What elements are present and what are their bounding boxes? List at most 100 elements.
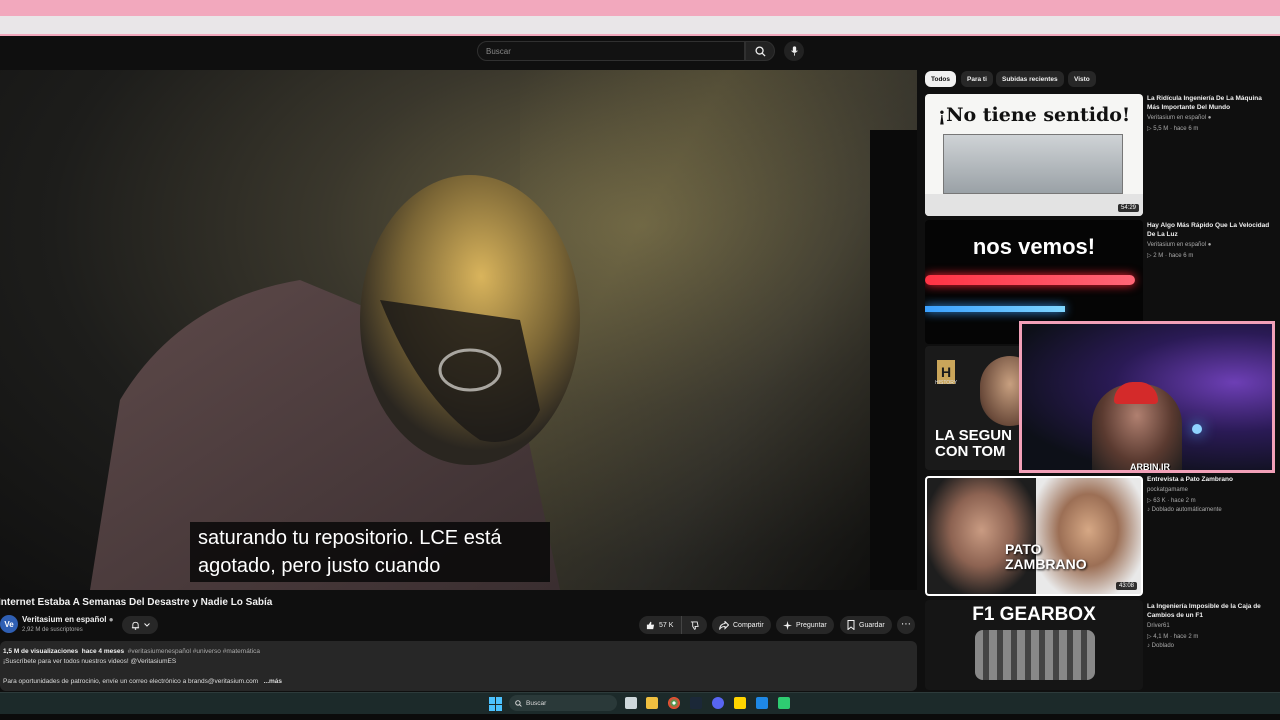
recommendation-stats-text: 63 K · hace 2 m <box>1153 498 1196 504</box>
thumbnail-red-light-streak <box>925 275 1135 285</box>
history-brand-text: HISTORY <box>935 380 958 386</box>
channel-name-text[interactable]: Veritasium en español <box>22 615 106 624</box>
thumbnail-text-line-1: PATO <box>1005 541 1042 557</box>
video-duration: 43:08 <box>1115 582 1137 590</box>
recommendation-title[interactable]: La Ridícula Ingeniería De La Máquina Más… <box>1147 94 1275 112</box>
recommendation-stats: ▷ 4,1 M · hace 2 m <box>1147 633 1198 640</box>
play-icon: ▷ <box>1147 126 1152 132</box>
recommendation-thumbnail[interactable]: F1 GEARBOX <box>925 600 1143 690</box>
channel-name[interactable]: Veritasium en español ● <box>22 615 114 624</box>
video-duration: 54:29 <box>1117 204 1139 212</box>
bookmark-icon <box>847 620 855 630</box>
share-button[interactable]: Compartir <box>712 616 771 634</box>
recommendation-stats-text: 2 M · hace 6 m <box>1153 253 1194 259</box>
recommendation-channel[interactable]: Driver61 <box>1147 623 1170 629</box>
thumbs-down-icon <box>690 620 699 630</box>
verified-icon: ● <box>1207 115 1212 121</box>
recommendation-channel[interactable]: Veritasium en español ● <box>1147 115 1211 121</box>
sparkle-icon <box>783 620 792 630</box>
thumbnail-text-line-2: ZAMBRANO <box>1005 556 1087 572</box>
thumbnail-text-line-2: CON TOM <box>935 443 1006 460</box>
video-subtitle: saturando tu repositorio. LCE está agota… <box>190 522 550 582</box>
search-icon <box>515 699 522 707</box>
chrome-icon[interactable] <box>668 697 680 709</box>
ask-button[interactable]: Preguntar <box>776 616 834 634</box>
search-input[interactable]: Buscar <box>477 41 745 61</box>
bottom-edge <box>0 714 1280 720</box>
description-meta: 1,5 M de visualizaciones hace 4 meses #v… <box>3 647 914 657</box>
browser-top-accent <box>0 0 1280 16</box>
dislike-button[interactable] <box>681 616 707 634</box>
chip-visto[interactable]: Visto <box>1068 71 1096 87</box>
thumbnail-floor <box>925 194 1143 216</box>
windows-start-icon[interactable] <box>489 697 503 711</box>
verified-icon: ● <box>108 615 114 624</box>
save-button[interactable]: Guardar <box>840 616 892 634</box>
recommendation-title[interactable]: Entrevista a Pato Zambrano <box>1147 475 1275 484</box>
task-view-icon[interactable] <box>625 697 637 709</box>
recommendation-stats: ▷ 5,5 M · hace 6 m <box>1147 125 1198 132</box>
video-dark-edge <box>870 130 917 590</box>
chip-para-ti[interactable]: Para ti <box>961 71 993 87</box>
taskbar-search-label: Buscar <box>526 699 547 707</box>
view-count: 1,5 M de visualizaciones <box>3 648 79 655</box>
like-count: 57 K <box>659 621 674 629</box>
webcam-watermark: ARBIN.IR <box>1130 462 1170 472</box>
thumbnail-person-left <box>927 478 1036 594</box>
hashtags[interactable]: #veritasiumenespañol #universo #matemáti… <box>128 648 260 655</box>
recommendation-thumbnail[interactable]: PATO ZAMBRANO 43:08 <box>925 476 1143 596</box>
recommendation-title[interactable]: La Ingeniería Imposible de la Caja de Ca… <box>1147 602 1275 620</box>
thumbnail-text: PATO ZAMBRANO <box>1005 542 1087 572</box>
video-player[interactable] <box>0 70 917 590</box>
recommendation-stats: ▷ 63 K · hace 2 m <box>1147 497 1196 504</box>
dub-icon: ♪ <box>1147 643 1150 649</box>
thumbnail-gearbox-illustration <box>975 630 1095 680</box>
bell-icon <box>131 621 139 630</box>
channel-avatar[interactable]: Ve <box>0 615 18 633</box>
recommendation-stats-text: 5,5 M · hace 6 m <box>1153 126 1199 132</box>
microphone-icon <box>790 46 798 56</box>
dubbed-badge: ♪ Doblado automáticamente <box>1147 507 1222 513</box>
notification-bell-button[interactable] <box>122 616 158 634</box>
app-icon[interactable] <box>756 697 768 709</box>
thumbnail-blue-light-streak <box>925 306 1065 312</box>
thumbnail-text: nos vemos! <box>972 234 1096 259</box>
video-description[interactable]: 1,5 M de visualizaciones hace 4 meses #v… <box>0 641 917 691</box>
app-icon-green[interactable] <box>778 697 790 709</box>
browser-toolbar <box>0 16 1280 36</box>
like-button[interactable]: 57 K <box>639 616 681 634</box>
search-button[interactable] <box>745 41 775 61</box>
dubbed-badge-text: Doblado automáticamente <box>1151 507 1222 513</box>
show-more-link[interactable]: ...más <box>264 678 282 685</box>
dubbed-badge-text: Doblado <box>1151 643 1175 649</box>
play-icon: ▷ <box>1147 253 1152 259</box>
thumbnail-text: F1 GEARBOX <box>972 604 1096 625</box>
file-explorer-icon[interactable] <box>646 697 658 709</box>
recommendation-stats-text: 4,1 M · hace 2 m <box>1153 634 1199 640</box>
recommendation-title[interactable]: Hay Algo Más Rápido Que La Velocidad De … <box>1147 221 1275 239</box>
dub-icon: ♪ <box>1147 507 1150 513</box>
recommendation-channel[interactable]: pockatgamame <box>1147 487 1188 493</box>
recommendation-channel-text[interactable]: Veritasium en español <box>1147 115 1206 121</box>
notes-icon[interactable] <box>734 697 746 709</box>
play-icon: ▷ <box>1147 498 1152 504</box>
chip-subidas-recientes[interactable]: Subidas recientes <box>996 71 1064 87</box>
voice-search-button[interactable] <box>784 41 804 61</box>
ask-label: Preguntar <box>796 621 827 629</box>
steam-icon[interactable] <box>690 697 702 709</box>
more-actions-button[interactable]: ⋯ <box>897 616 915 634</box>
recommendation-thumbnail[interactable]: ¡No tiene sentido! 54:29 <box>925 94 1143 216</box>
search-icon <box>754 45 766 57</box>
taskbar-search[interactable]: Buscar <box>509 695 617 711</box>
recommendation-channel[interactable]: Veritasium en español ● <box>1147 242 1211 248</box>
more-horizontal-icon: ⋯ <box>901 619 911 630</box>
discord-icon[interactable] <box>712 697 724 709</box>
recommendation-channel-text[interactable]: Veritasium en español <box>1147 242 1206 248</box>
share-icon <box>719 620 729 630</box>
thumbnail-text: LA SEGUN CON TOM <box>935 428 1012 460</box>
verified-icon: ● <box>1207 242 1212 248</box>
blue-light <box>1192 424 1202 434</box>
chip-todos[interactable]: Todos <box>925 71 957 87</box>
video-title: Internet Estaba A Semanas Del Desastre y… <box>0 597 273 608</box>
description-line-2: Para oportunidades de patrocinio, envíe … <box>3 677 914 687</box>
